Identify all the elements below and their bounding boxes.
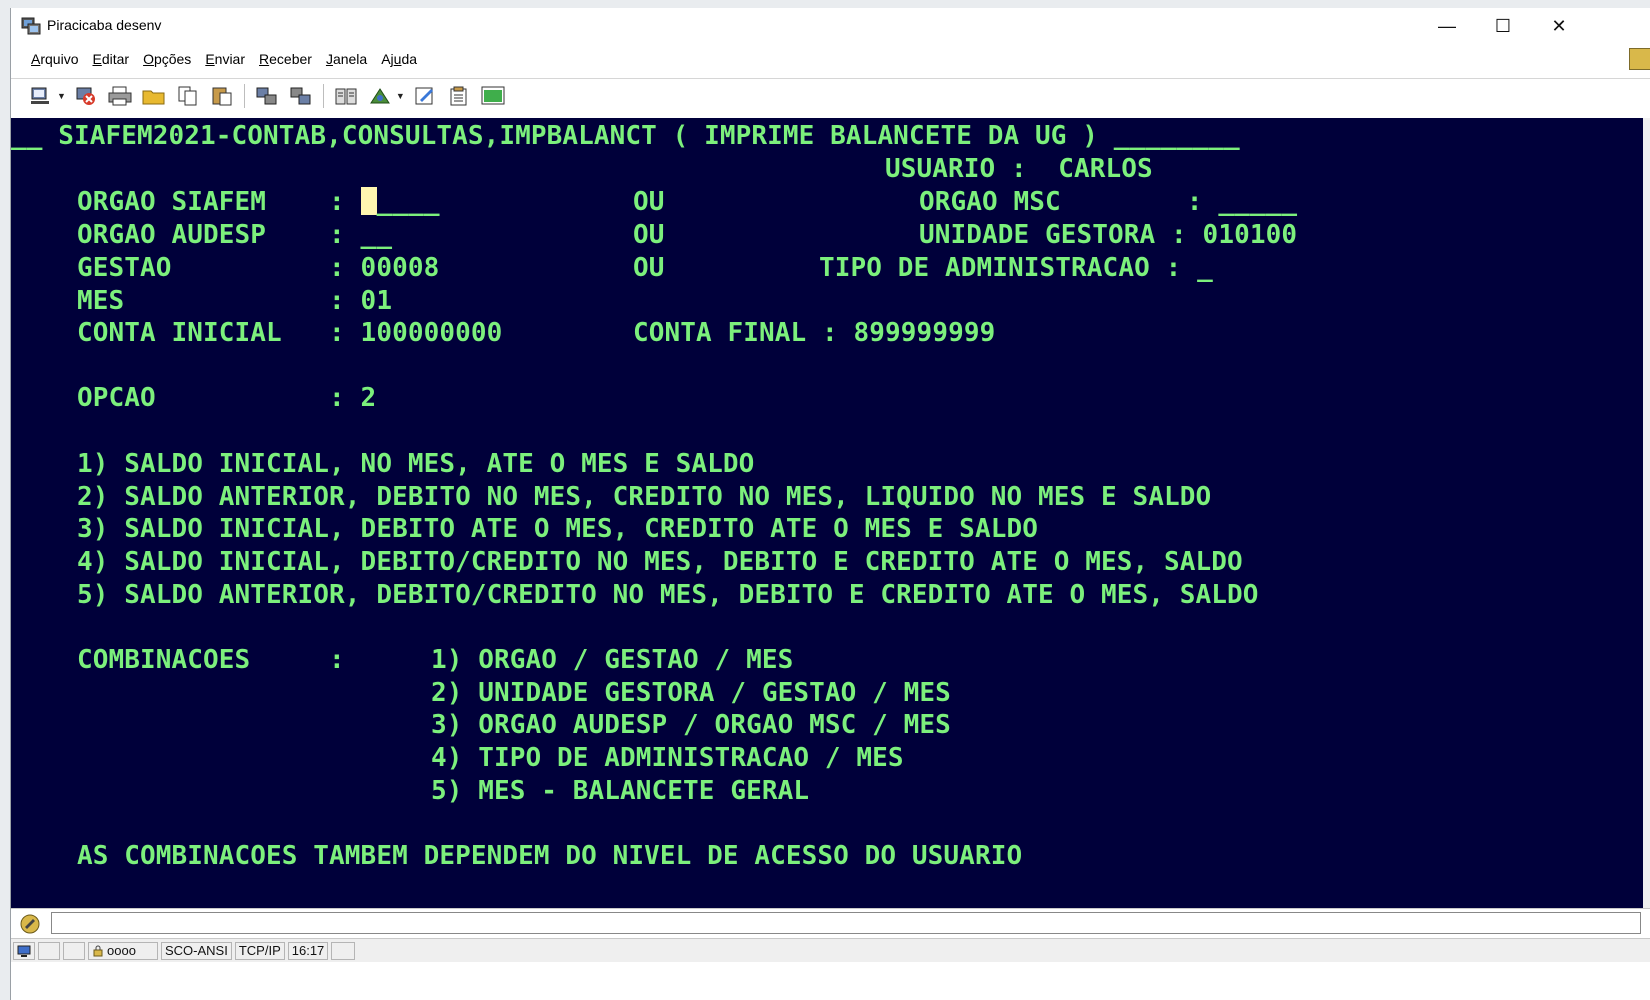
toolbar-separator (322, 83, 324, 108)
combinacao-line: 3) ORGAO AUDESP / ORGAO MSC / MES (431, 710, 951, 740)
menu-item[interactable]: Editar (92, 51, 129, 67)
conta-final-field[interactable]: CONTA FINAL : 899999999 (633, 317, 995, 350)
session-lights: oooo (107, 943, 136, 958)
close-button[interactable]: ✕ (1531, 8, 1587, 44)
tipo-administracao-field[interactable]: TIPO DE ADMINISTRACAO : _ (819, 252, 1213, 285)
copy-icon[interactable] (176, 84, 200, 108)
screen-header: __ SIAFEM2021-CONTAB,CONSULTAS,IMPBALANC… (11, 121, 1240, 151)
disconnect-icon[interactable] (74, 84, 98, 108)
combinacao-line: 2) UNIDADE GESTORA / GESTAO / MES (431, 678, 951, 708)
menu-item-label: anela (332, 51, 368, 67)
menu-item[interactable]: Enviar (205, 51, 245, 67)
protocol: TCP/IP (234, 941, 285, 960)
emulation-type: SCO-ANSI (161, 941, 232, 960)
ou-label: OU (633, 187, 665, 217)
option-line: 2) SALDO ANTERIOR, DEBITO NO MES, CREDIT… (77, 482, 1212, 512)
access-note: AS COMBINACOES TAMBEM DEPENDEM DO NIVEL … (77, 841, 1023, 871)
ou-label: OU (633, 220, 665, 250)
combinacoes-label: COMBINACOES : (77, 645, 345, 675)
menu-item[interactable]: Opções (143, 51, 191, 67)
combinacao-line: 4) TIPO DE ADMINISTRACAO / MES (431, 743, 904, 773)
keyboard-map-icon[interactable] (368, 84, 392, 108)
title-bar[interactable]: Piracicaba desenv — ☐ ✕ (11, 8, 1650, 44)
menu-item-label: eceber (269, 51, 312, 67)
open-folder-icon[interactable] (142, 84, 166, 108)
quick-command-icon[interactable] (19, 913, 41, 935)
menu-item-accelerator: E (92, 51, 102, 67)
menu-item[interactable]: Janela (326, 51, 367, 67)
opcao-field[interactable]: OPCAO : 2 (77, 382, 376, 415)
orgao-siafem-label: ORGAO SIAFEM : (77, 187, 361, 217)
terminal-window: Piracicaba desenv — ☐ ✕ Arquivo Editar Opç… (10, 8, 1650, 1000)
orgao-audesp-field[interactable]: ORGAO AUDESP : __ (77, 219, 392, 252)
menu-item[interactable]: Arquivo (31, 51, 78, 67)
menu-item-label: pções (153, 51, 192, 67)
command-bar (11, 908, 1650, 939)
menu-item-label: rquivo (40, 51, 79, 67)
option-line: 4) SALDO INICIAL, DEBITO/CREDITO NO MES,… (77, 547, 1243, 577)
usuario-line: USUARIO : CARLOS (885, 154, 1153, 184)
session-status-icon (13, 941, 35, 960)
status-cell (38, 941, 60, 960)
menu-item-accelerator: R (259, 51, 270, 67)
orgao-siafem-field[interactable]: ____ (377, 187, 440, 217)
status-cell (331, 941, 356, 960)
edit-icon[interactable] (413, 84, 437, 108)
combinacao-line: 5) MES - BALANCETE GERAL (431, 776, 810, 806)
command-input[interactable] (51, 912, 1641, 934)
combinacao-line: 1) ORGAO / GESTAO / MES (431, 645, 794, 675)
terminal-app-icon (21, 17, 41, 35)
keyboard-map-dropdown-icon[interactable]: ▼ (396, 91, 405, 101)
menu-item-accelerator: E (205, 51, 215, 67)
screen-icon[interactable] (481, 84, 505, 108)
connect-dropdown-icon[interactable]: ▼ (57, 91, 66, 101)
minimize-button[interactable]: — (1419, 8, 1475, 44)
terminal-screen[interactable]: __ SIAFEM2021-CONTAB,CONSULTAS,IMPBALANC… (11, 118, 1650, 908)
properties-icon[interactable] (447, 84, 471, 108)
menu-bar: Arquivo Editar Opções Enviar Receber Janela Aj… (11, 46, 1650, 72)
status-bar: oooo SCO-ANSI TCP/IP 16:17 (11, 938, 1650, 962)
book-icon[interactable] (334, 84, 358, 108)
lock-icon (93, 945, 103, 956)
paste-icon[interactable] (210, 84, 234, 108)
mes-field[interactable]: MES : 01 (77, 285, 392, 318)
conta-inicial-field[interactable]: CONTA INICIAL : 100000000 (77, 317, 502, 350)
macro-icon[interactable] (1629, 48, 1650, 70)
gestao-field[interactable]: GESTAO : 00008 (77, 252, 439, 285)
option-line: 5) SALDO ANTERIOR, DEBITO/CREDITO NO MES… (77, 580, 1259, 610)
menu-item-label: da (401, 51, 418, 67)
menu-item-accelerator: J (325, 51, 333, 67)
status-cell (63, 941, 85, 960)
menu-item-accelerator: O (143, 51, 154, 67)
toolbar-separator (243, 83, 245, 108)
toolbar: ▼ ▼ (11, 78, 1650, 112)
menu-item-prefix: Aj (381, 51, 394, 67)
option-line: 3) SALDO INICIAL, DEBITO ATE O MES, CRED… (77, 514, 1038, 544)
menu-item[interactable]: Ajuda (381, 51, 417, 67)
text-cursor (360, 187, 377, 215)
orgao-siafem-row: ORGAO SIAFEM : ____ (77, 186, 440, 219)
vertical-scrollbar[interactable] (1643, 118, 1650, 908)
receive-file-icon[interactable] (289, 84, 313, 108)
send-file-icon[interactable] (255, 84, 279, 108)
window-title: Piracicaba desenv (47, 17, 162, 33)
orgao-msc-field[interactable]: ORGAO MSC : _____ (919, 186, 1297, 219)
clock: 16:17 (287, 941, 329, 960)
unidade-gestora-field[interactable]: UNIDADE GESTORA : 010100 (919, 219, 1297, 252)
menu-item-label: nviar (214, 51, 246, 67)
menu-item[interactable]: Receber (259, 51, 312, 67)
menu-item-label: ditar (101, 51, 130, 67)
menu-item-accelerator: A (31, 51, 41, 67)
option-line: 1) SALDO INICIAL, NO MES, ATE O MES E SA… (77, 449, 755, 479)
ou-label: OU (633, 253, 665, 283)
print-icon[interactable] (108, 84, 132, 108)
session-indicator: oooo (88, 941, 158, 960)
connect-icon[interactable] (29, 84, 53, 108)
maximize-button[interactable]: ☐ (1475, 8, 1531, 44)
